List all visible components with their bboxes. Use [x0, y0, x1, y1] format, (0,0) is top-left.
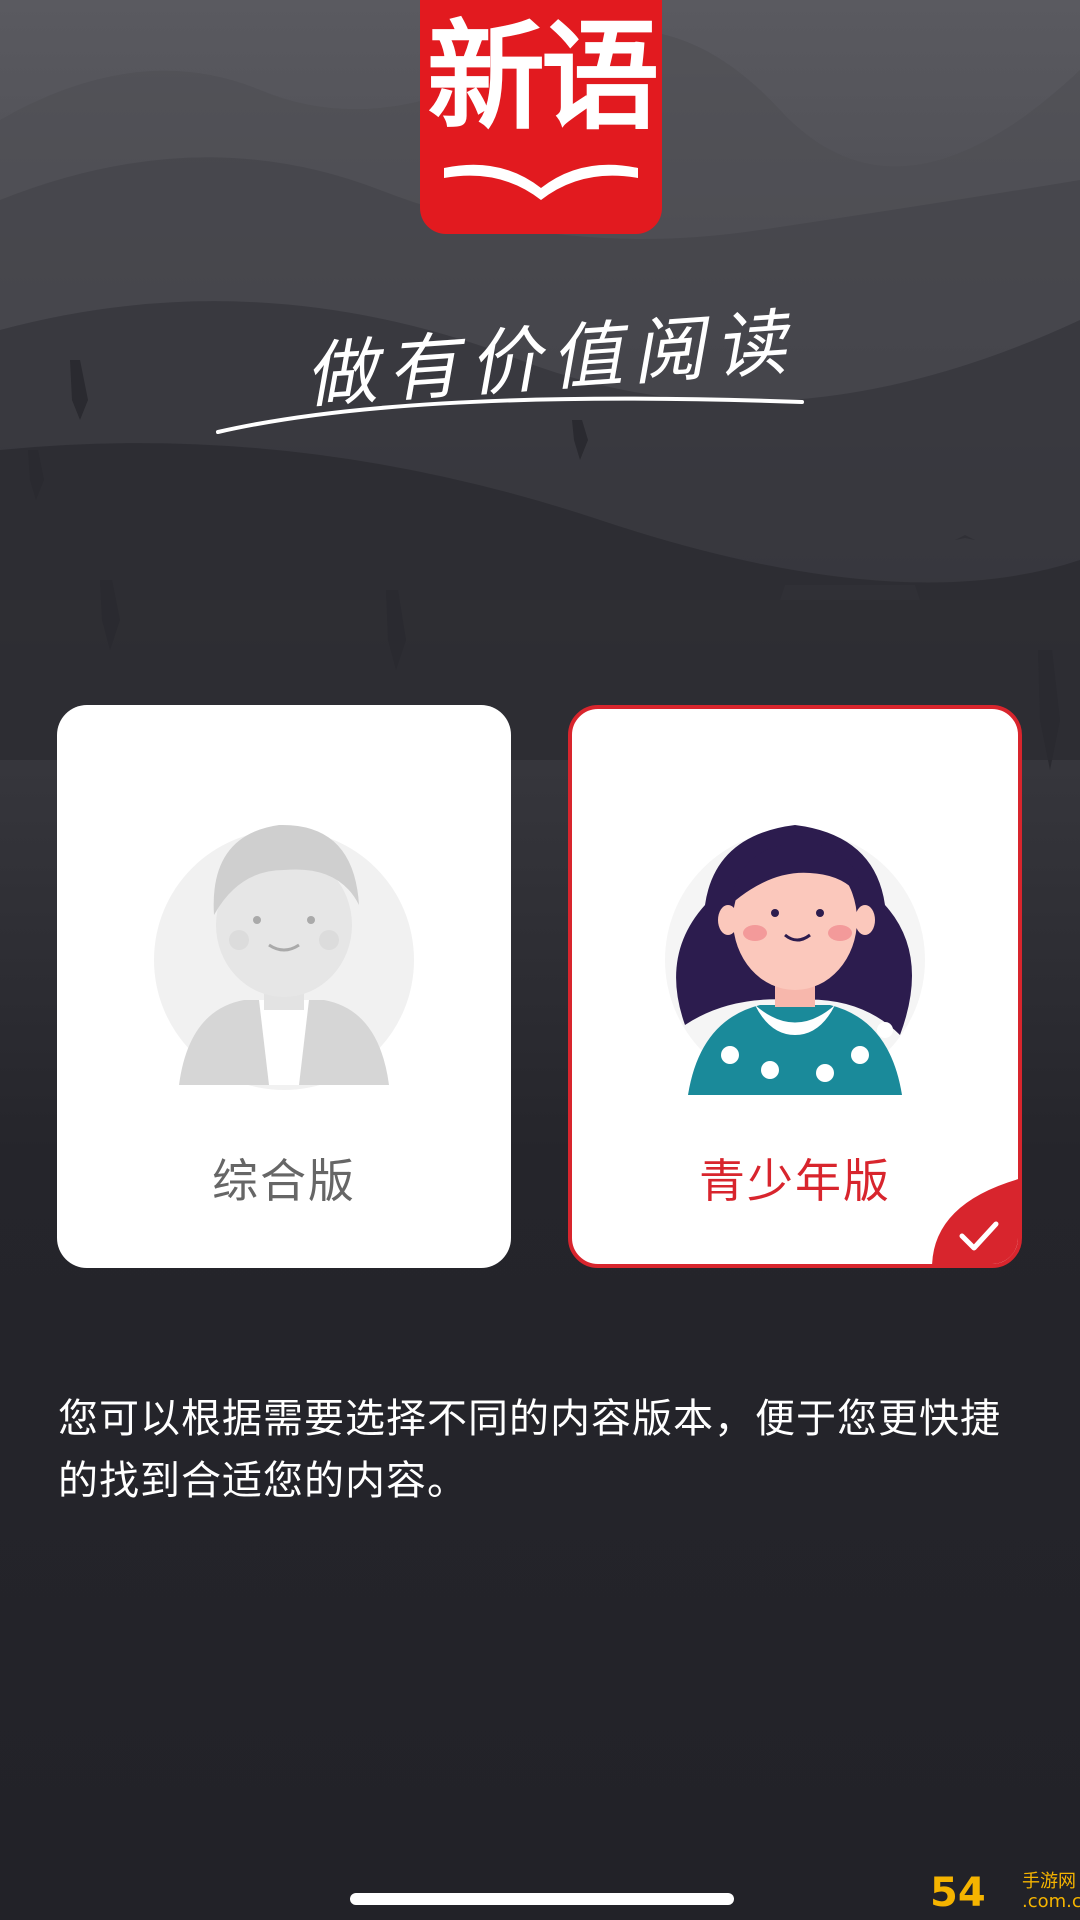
boy-avatar-icon [154, 824, 414, 1090]
version-label-general: 综合版 [212, 1154, 356, 1208]
book-icon [444, 164, 638, 200]
check-icon [932, 1179, 1018, 1264]
version-card-teen[interactable]: 青少年版 [568, 705, 1022, 1268]
app-logo: 新语 [420, 0, 662, 234]
watermark-side-top: 手游网 [1022, 1871, 1076, 1892]
version-card-general[interactable]: 综合版 [57, 705, 511, 1268]
logo-text: 新语 [426, 8, 659, 146]
watermark-main: 54 [930, 1870, 986, 1916]
girl-avatar-icon [665, 825, 925, 1095]
watermark-logo: 54 手游网 .com.cn [930, 1870, 1080, 1918]
home-indicator[interactable] [350, 1893, 734, 1905]
description-text: 您可以根据需要选择不同的内容版本，便于您更快捷的找到合适您的内容。 [58, 1396, 1001, 1504]
watermark-side-bottom: .com.cn [1022, 1891, 1080, 1912]
watermark-side: 手游网 .com.cn [1022, 1872, 1080, 1912]
slogan-underline [216, 396, 804, 434]
